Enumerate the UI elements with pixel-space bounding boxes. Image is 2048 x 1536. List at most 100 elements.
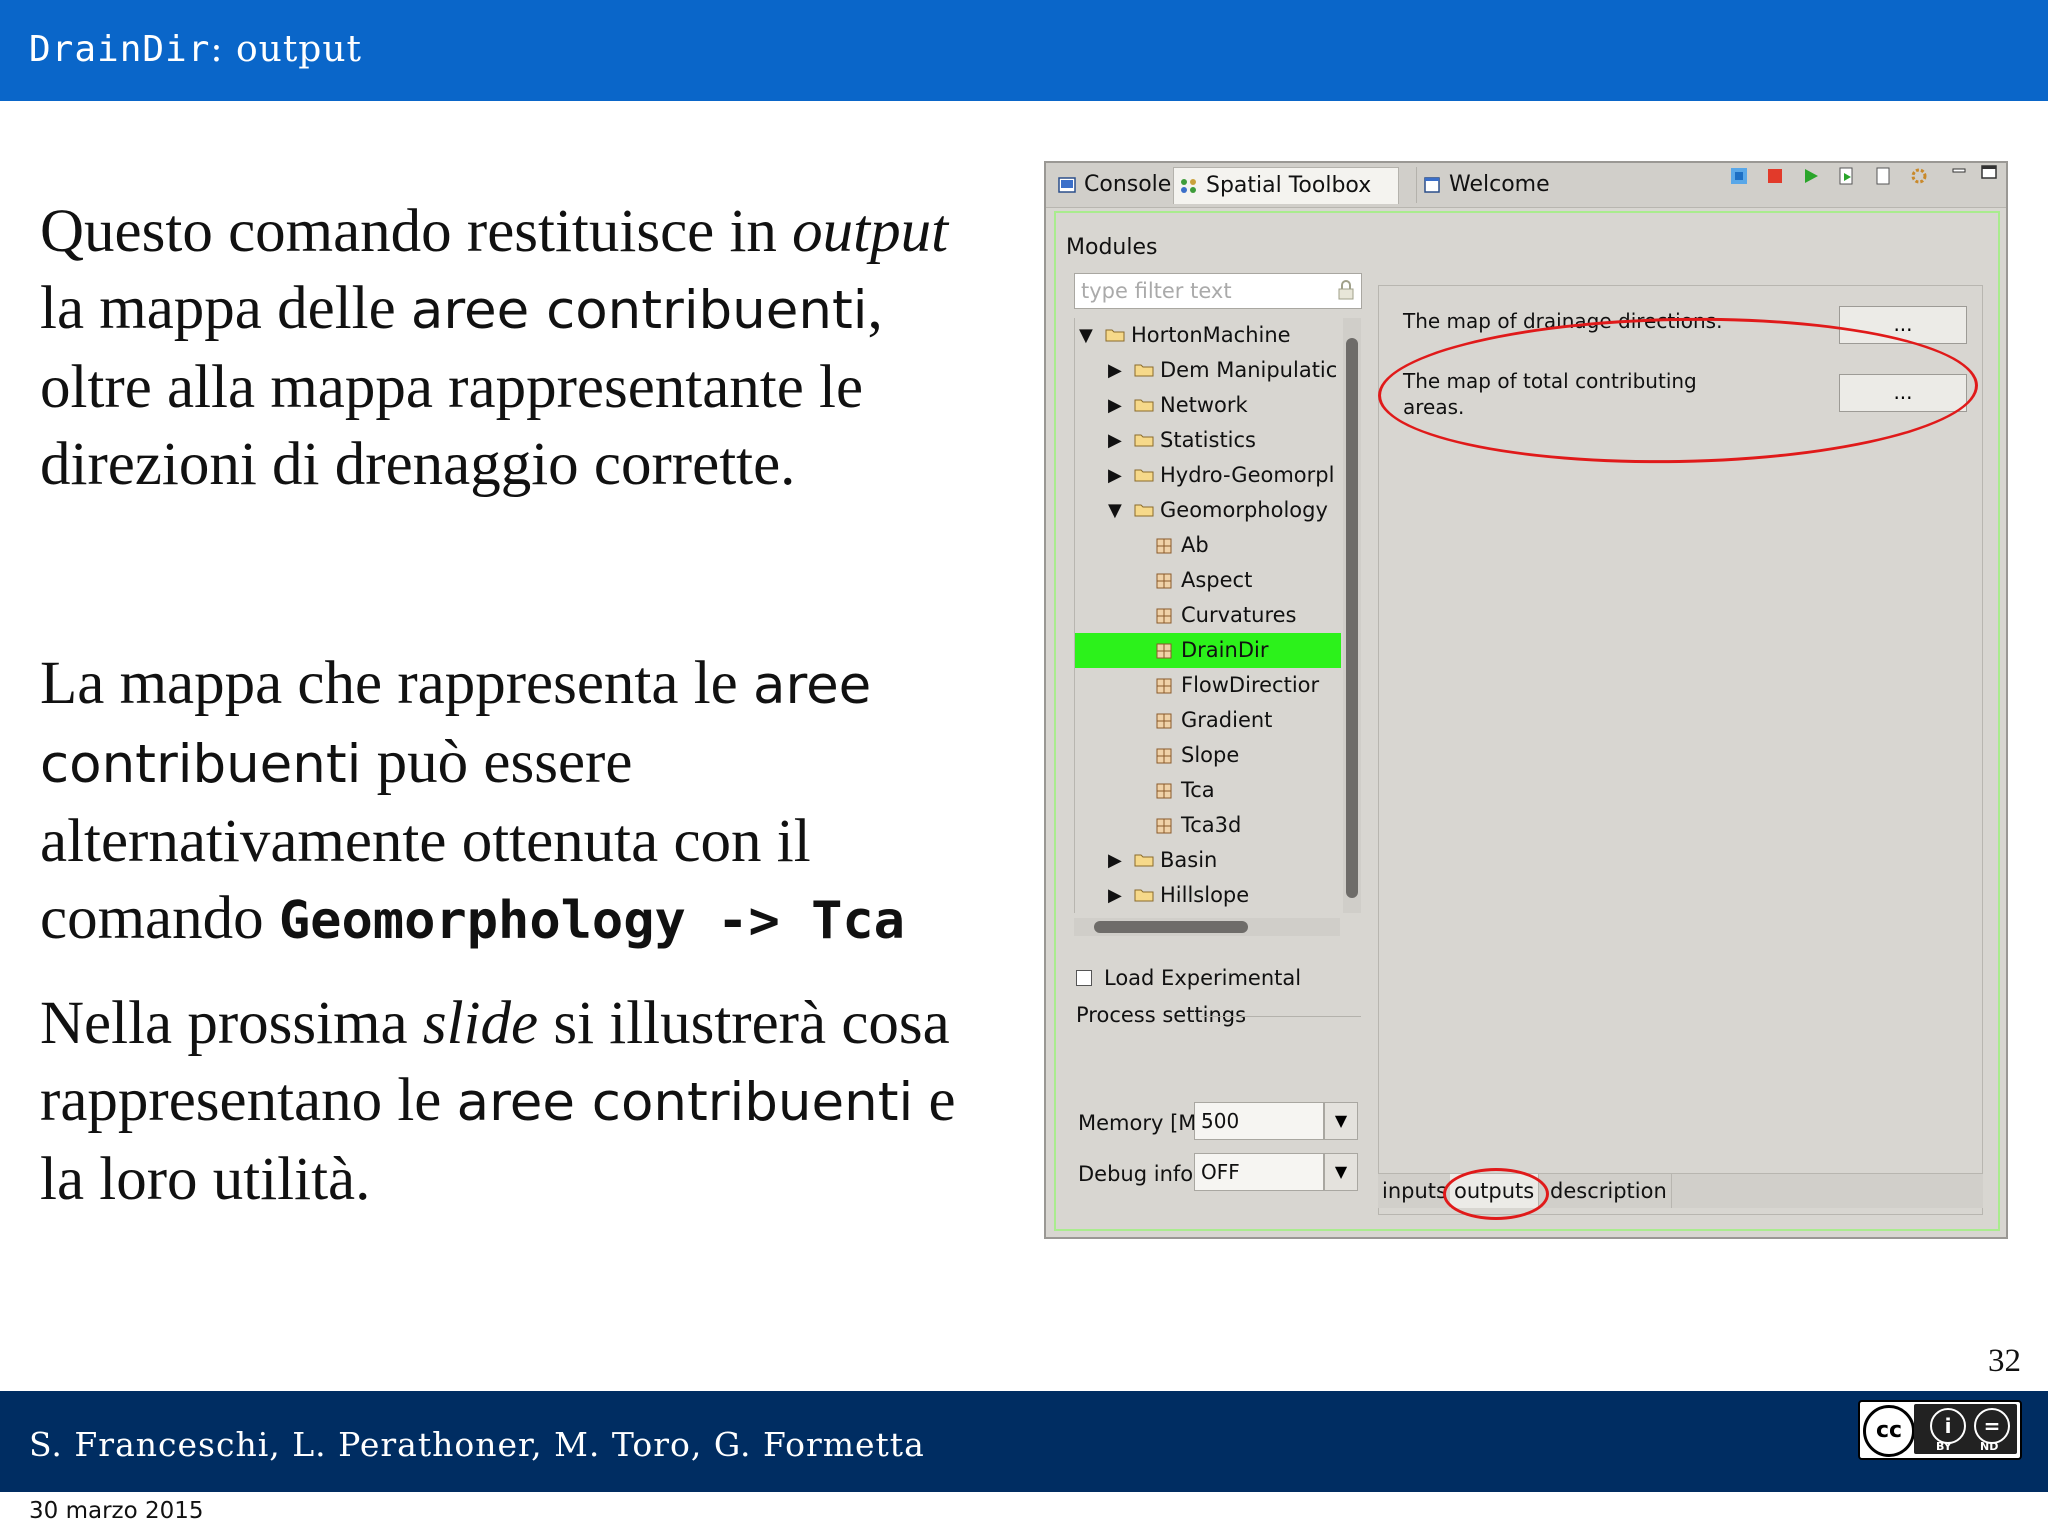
tab-console-label: Console [1084, 172, 1172, 197]
stop-square-icon[interactable] [1730, 167, 1748, 185]
debug-info-select[interactable]: OFF [1194, 1153, 1324, 1191]
checkbox-box[interactable] [1076, 970, 1092, 986]
p1-text-c: la mappa delle [40, 275, 411, 342]
chevron-down-icon[interactable]: ▼ [1324, 1102, 1358, 1140]
spatial-toolbox-window: Console Spatial Toolbox ☒ Welcome Module… [1044, 161, 2008, 1239]
tree-item-label: Hillslope [1160, 883, 1250, 907]
tree-item[interactable]: Ab [1075, 528, 1341, 563]
expanded-arrow-icon[interactable]: ▼ [1108, 493, 1122, 528]
tree-item[interactable]: ▼ HortonMachine [1075, 318, 1341, 353]
module-icon [1156, 713, 1172, 729]
paragraph-3: Nella prossima slide si illustrerà cosa … [40, 985, 960, 1218]
p1-text-a: Questo comando restituisce in [40, 198, 793, 265]
tree-item-label: Curvatures [1181, 603, 1297, 627]
tree-item[interactable]: ▶ Dem Manipulatic [1075, 353, 1341, 388]
tab-spatial-toolbox[interactable]: Spatial Toolbox ☒ [1173, 167, 1399, 233]
folder-icon [1105, 329, 1125, 342]
highlight-ellipse-outputs-tab [1443, 1168, 1549, 1220]
expanded-arrow-icon[interactable]: ▼ [1079, 318, 1093, 353]
tree-item[interactable]: Curvatures [1075, 598, 1341, 633]
tree-item-label: Tca3d [1181, 813, 1242, 837]
maximize-icon[interactable] [1980, 163, 1998, 181]
collapsed-arrow-icon[interactable]: ▶ [1108, 843, 1122, 878]
collapsed-arrow-icon[interactable]: ▶ [1108, 878, 1122, 913]
nd-label: ND [1980, 1440, 1999, 1453]
slide-title: DrainDir: output [29, 29, 362, 70]
page-number: 32 [1988, 1343, 2021, 1379]
module-icon [1156, 608, 1172, 624]
settings-icon[interactable] [1910, 167, 1928, 185]
tree-horizontal-scrollbar[interactable] [1074, 918, 1340, 936]
tree-item-label: Ab [1181, 533, 1209, 557]
p2-text-mono: Geomorphology -> Tca [278, 891, 905, 951]
p3-text-a: Nella prossima [40, 990, 423, 1057]
filter-input[interactable]: type filter text [1074, 273, 1362, 309]
memory-select[interactable]: 500 [1194, 1102, 1324, 1140]
tree-item[interactable]: ▶ Statistics [1075, 423, 1341, 458]
tree-item[interactable]: ▶ Hydro-Geomorpl [1075, 458, 1341, 493]
p2-text-a: La mappa che rappresenta le [40, 650, 753, 717]
minimize-icon[interactable] [1950, 163, 1968, 181]
tree-item[interactable]: Slope [1075, 738, 1341, 773]
welcome-icon [1424, 177, 1440, 193]
tree-vertical-scrollbar[interactable] [1343, 318, 1361, 913]
cc-license-badge: cc i = BY ND [1858, 1400, 2022, 1460]
by-icon: i [1930, 1408, 1966, 1444]
module-icon [1156, 573, 1172, 589]
collapsed-arrow-icon[interactable]: ▶ [1108, 388, 1122, 423]
folder-icon [1134, 469, 1154, 482]
tree-item[interactable]: ▼ Geomorphology [1075, 493, 1341, 528]
p1-text-sans: aree contribuenti [410, 280, 868, 341]
module-icon [1156, 643, 1172, 659]
nd-icon: = [1974, 1408, 2010, 1444]
lock-icon [1338, 280, 1354, 300]
tree-item-label: Network [1160, 393, 1248, 417]
folder-icon [1134, 504, 1154, 517]
collapsed-arrow-icon[interactable]: ▶ [1108, 458, 1122, 493]
tab-inputs[interactable]: inputs [1378, 1174, 1452, 1208]
run-script-icon[interactable] [1838, 167, 1856, 185]
tab-welcome[interactable]: Welcome [1416, 167, 1553, 203]
toolbox-icon [1181, 179, 1196, 193]
folder-icon [1134, 854, 1154, 867]
horizontal-scroll-thumb[interactable] [1094, 921, 1248, 933]
chevron-down-icon[interactable]: ▼ [1324, 1153, 1358, 1191]
folder-icon [1134, 399, 1154, 412]
document-icon[interactable] [1874, 167, 1892, 185]
run-icon[interactable] [1802, 167, 1820, 185]
tree-item[interactable]: Aspect [1075, 563, 1341, 598]
collapsed-arrow-icon[interactable]: ▶ [1108, 353, 1122, 388]
tree-item[interactable]: Tca3d [1075, 808, 1341, 843]
debug-info-label: Debug info [1078, 1162, 1194, 1186]
tree-item-label: Slope [1181, 743, 1240, 767]
slide-title-command: DrainDir [29, 29, 211, 70]
collapsed-arrow-icon[interactable]: ▶ [1108, 423, 1122, 458]
paragraph-2: La mappa che rappresenta le aree contrib… [40, 645, 960, 960]
module-icon [1156, 783, 1172, 799]
tree-item[interactable]: ▶ Network [1075, 388, 1341, 423]
tab-console[interactable]: Console [1052, 167, 1172, 203]
slide-date: 30 marzo 2015 [29, 1498, 204, 1524]
tree-item[interactable]: FlowDirectior [1075, 668, 1341, 703]
tree-item[interactable]: ▶ Basin [1075, 843, 1341, 878]
process-settings-label: Process settings [1076, 1003, 1247, 1027]
license-band: i = BY ND [1914, 1404, 2017, 1454]
tree-item-label: HortonMachine [1131, 323, 1291, 347]
folder-icon [1134, 889, 1154, 902]
load-experimental-checkbox[interactable]: Load Experimental [1076, 966, 1301, 990]
tree-item[interactable]: Gradient [1075, 703, 1341, 738]
tree-item[interactable]: Tca [1075, 773, 1341, 808]
tab-description[interactable]: description [1546, 1174, 1672, 1208]
stop-red-icon[interactable] [1766, 167, 1784, 185]
tree-item-label: Hydro-Geomorpl [1160, 463, 1335, 487]
load-experimental-label: Load Experimental [1104, 966, 1302, 990]
vertical-scroll-thumb[interactable] [1346, 338, 1358, 898]
p1-text-italic: output [792, 198, 949, 265]
by-label: BY [1936, 1440, 1952, 1453]
tab-welcome-label: Welcome [1449, 172, 1550, 197]
tree-item[interactable]: ▶ Hillslope [1075, 878, 1341, 913]
tree-item[interactable]: DrainDir [1075, 633, 1341, 668]
tree-item-label: Statistics [1160, 428, 1256, 452]
folder-icon [1134, 434, 1154, 447]
console-icon [1058, 177, 1076, 193]
